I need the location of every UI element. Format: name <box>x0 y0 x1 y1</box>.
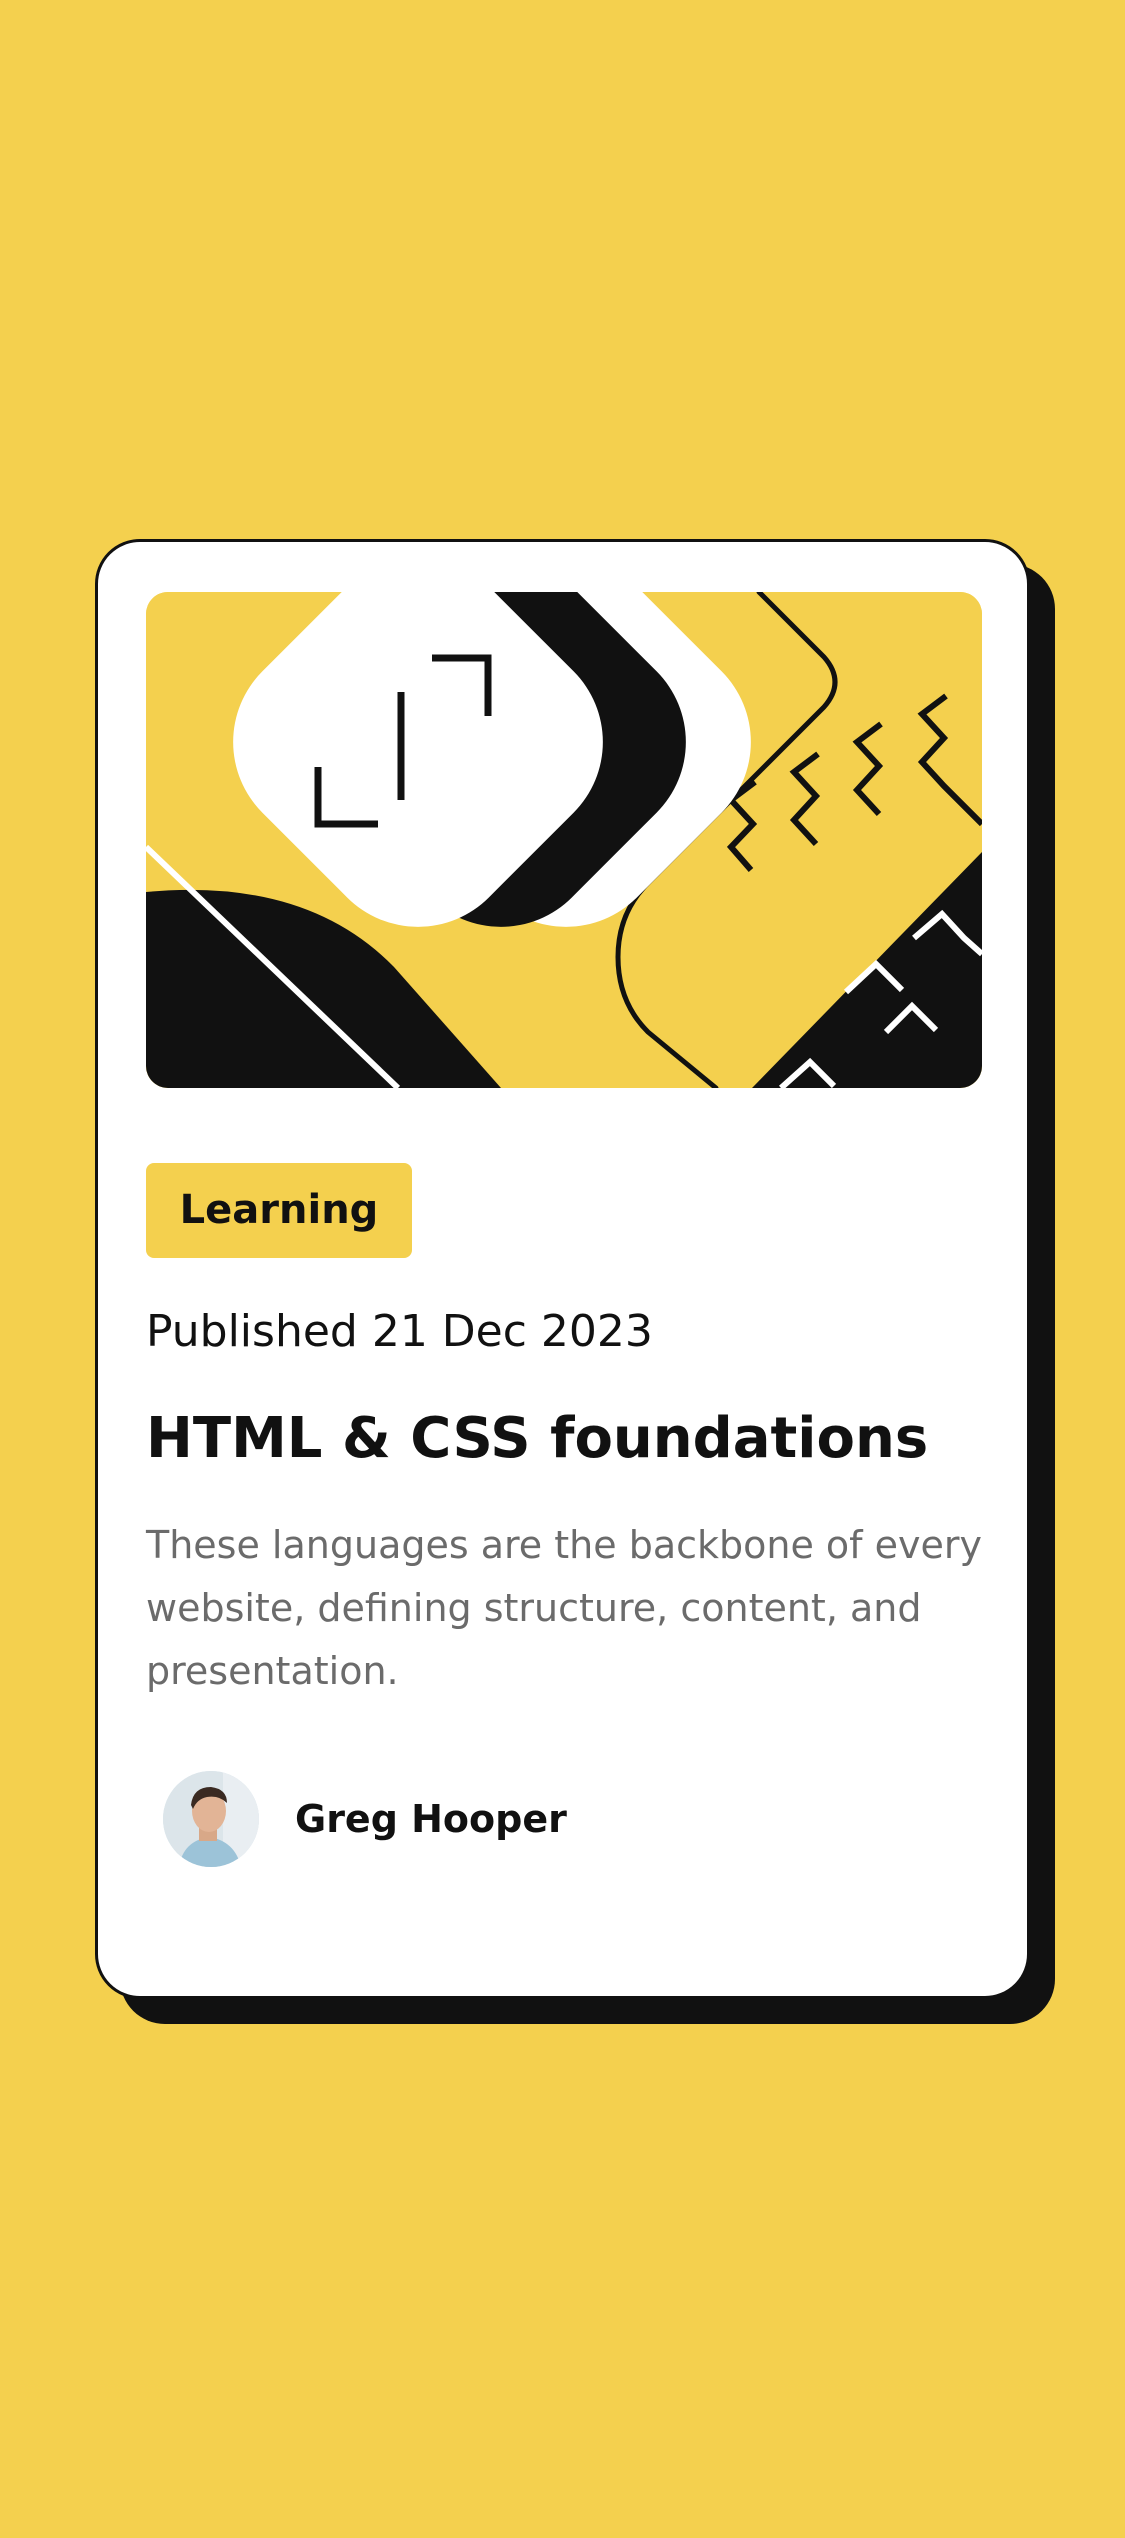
blog-preview-card: Learning Published 21 Dec 2023 HTML & CS… <box>95 539 1030 1999</box>
card-title[interactable]: HTML & CSS foundations <box>146 1405 928 1473</box>
category-tag[interactable]: Learning <box>146 1163 412 1258</box>
hero-illustration <box>146 592 982 1088</box>
author-avatar <box>163 1771 259 1867</box>
publish-date: Published 21 Dec 2023 <box>146 1306 653 1357</box>
author-name: Greg Hooper <box>295 1797 567 1841</box>
card-description: These languages are the backbone of ever… <box>146 1523 982 1693</box>
